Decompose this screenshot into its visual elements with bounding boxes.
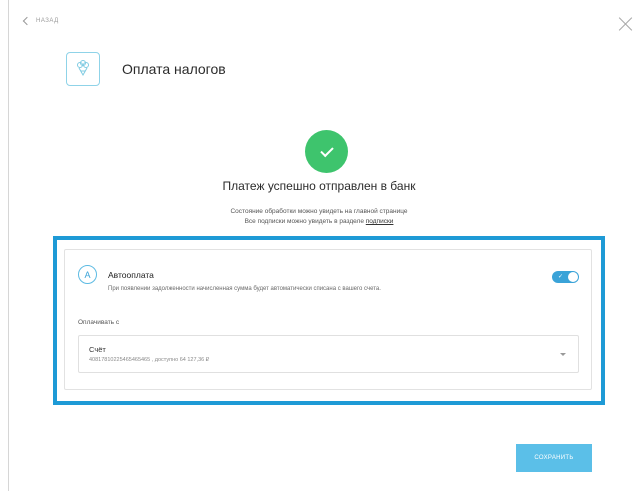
autopay-avatar: A xyxy=(78,265,97,284)
status-heading: Платеж успешно отправлен в банк xyxy=(222,179,416,193)
success-check-icon xyxy=(305,130,348,173)
subscriptions-info-line: Все подписки можно увидеть в разделе под… xyxy=(0,218,638,225)
account-select-value: 40817810225465465465 , доступно 64 127,3… xyxy=(89,357,210,363)
cash-bouquet-icon xyxy=(66,52,100,86)
frame-border xyxy=(8,0,9,491)
autopay-toggle[interactable]: ✓ xyxy=(552,271,579,283)
back-link[interactable]: НАЗАД xyxy=(22,16,59,26)
toggle-knob xyxy=(568,272,578,282)
status-info-line: Состояние обработки можно увидеть на гла… xyxy=(230,208,408,215)
account-select[interactable]: Счёт 40817810225465465465 , доступно 64 … xyxy=(78,335,579,373)
account-select-title: Счёт xyxy=(89,345,106,354)
check-icon: ✓ xyxy=(558,274,564,280)
autopay-title: Автооплата xyxy=(108,270,154,280)
back-label: НАЗАД xyxy=(36,18,59,24)
save-button[interactable]: СОХРАНИТЬ xyxy=(516,444,592,472)
subscriptions-link[interactable]: подписки xyxy=(366,218,394,225)
chevron-left-icon xyxy=(22,16,32,26)
chevron-down-icon xyxy=(560,353,566,356)
close-icon[interactable] xyxy=(619,17,633,31)
pay-from-label: Оплачивать с xyxy=(78,319,120,326)
subscriptions-info-text: Все подписки можно увидеть в разделе xyxy=(244,218,366,225)
page-title: Оплата налогов xyxy=(122,61,226,77)
autopay-description: При появлении задолженности начисленная … xyxy=(108,286,381,292)
